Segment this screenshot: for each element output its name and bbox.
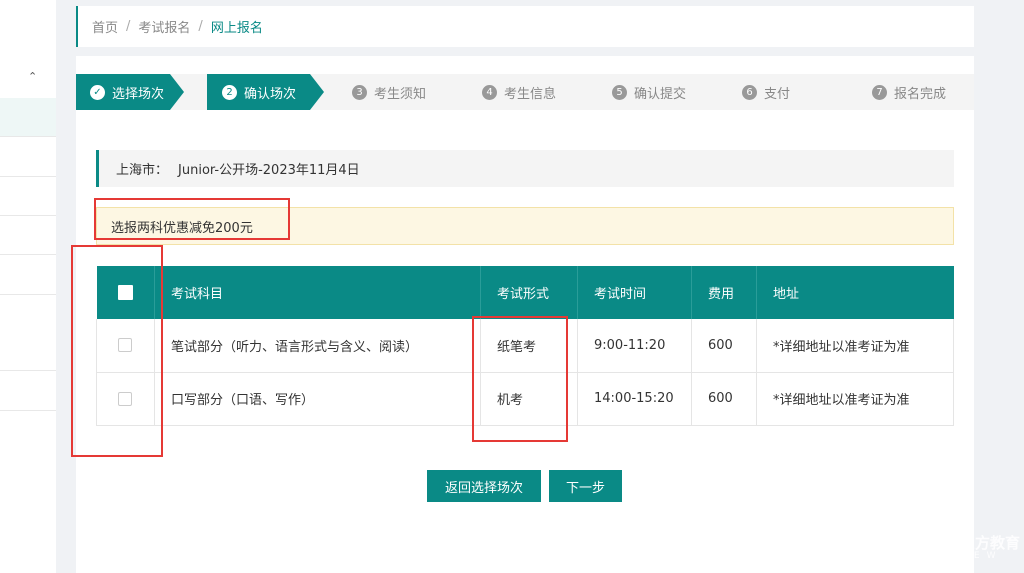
breadcrumb: 首页 / 考试报名 / 网上报名 [76,6,974,47]
step-confirm-session: 2 确认场次 [222,74,296,110]
sidebar-active-item[interactable] [0,98,56,136]
header-address: 地址 [756,266,954,319]
sidebar-divider [0,370,56,371]
watermark-subtitle: XNEW [947,551,1003,561]
header-format: 考试形式 [480,266,578,319]
step-confirm-submit: 5 确认提交 [612,74,686,110]
sidebar-divider [0,176,56,177]
sidebar-divider [0,254,56,255]
table-header-row: 考试科目 考试形式 考试时间 费用 地址 [96,266,954,319]
watermark-title: 新东方教育 [945,534,1021,552]
chevron-up-icon[interactable]: ⌃ [28,70,37,83]
step-label: 考生信息 [504,86,557,102]
session-name: Junior-公开场-2023年11月4日 [178,163,360,178]
step-candidate-notice: 3 考生须知 [352,74,426,110]
logo-icon [907,533,934,561]
step-label: 确认场次 [244,86,297,102]
step-payment: 6 支付 [742,74,790,110]
step-label: 支付 [764,86,791,102]
step-number-icon: 6 [742,84,757,100]
step-select-session: ✓ 选择场次 [90,74,164,110]
city-label: 上海市： [116,163,169,178]
header-fee: 费用 [691,266,757,319]
step-label: 报名完成 [894,86,947,102]
sidebar: ⌃ [0,0,56,573]
annotation-box-format [472,316,568,442]
step-number-icon: 4 [482,84,497,100]
breadcrumb-exam-registration[interactable]: 考试报名 [138,17,190,36]
step-number-icon: 5 [612,84,627,100]
step-number-icon: 2 [222,84,237,100]
step-progress: ✓ 选择场次 2 确认场次 3 考生须知 4 考生信息 5 确认提交 6 支付 … [76,74,974,110]
annotation-box-checkboxes [71,245,163,457]
main-panel: ✓ 选择场次 2 确认场次 3 考生须知 4 考生信息 5 确认提交 6 支付 … [76,56,974,573]
cell-subject: 笔试部分（听力、语言形式与含义、阅读） [154,319,481,373]
sidebar-divider [0,410,56,411]
breadcrumb-separator: / [126,19,131,34]
cell-address: *详细地址以准考证为准 [756,319,954,373]
back-to-session-button[interactable]: 返回选择场次 [427,470,541,502]
session-info-bar: 上海市： Junior-公开场-2023年11月4日 [96,150,954,187]
cell-subject: 口写部分（口语、写作） [154,372,481,426]
sidebar-divider [0,294,56,295]
breadcrumb-home[interactable]: 首页 [92,17,118,36]
step-number-icon: 7 [872,84,887,100]
cell-fee: 600 [691,372,757,426]
step-registration-complete: 7 报名完成 [872,74,946,110]
cell-address: *详细地址以准考证为准 [756,372,954,426]
annotation-box-notice [94,198,290,240]
header-time: 考试时间 [577,266,692,319]
breadcrumb-online-registration: 网上报名 [210,21,263,36]
next-step-button[interactable]: 下一步 [549,470,622,502]
breadcrumb-separator: / [198,19,203,34]
watermark-logo: 新东方教育 XNEW [905,527,1020,567]
step-label: 考生须知 [374,86,427,102]
step-candidate-info: 4 考生信息 [482,74,556,110]
sidebar-divider [0,215,56,216]
cell-fee: 600 [691,319,757,373]
header-subject: 考试科目 [154,266,481,319]
check-icon: ✓ [90,84,105,100]
sidebar-divider [0,136,56,137]
step-number-icon: 3 [352,84,367,100]
cell-time: 9:00-11:20 [577,319,692,373]
cell-time: 14:00-15:20 [577,372,692,426]
step-label: 确认提交 [634,86,687,102]
step-label: 选择场次 [112,86,165,102]
